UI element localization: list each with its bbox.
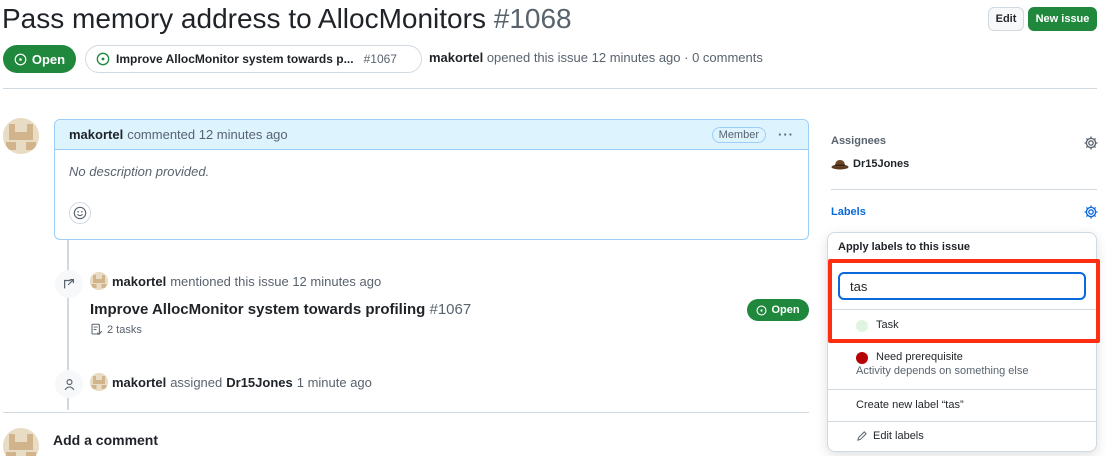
issue-state-badge: Open bbox=[3, 45, 76, 73]
person-icon bbox=[55, 370, 83, 398]
divider bbox=[828, 421, 1096, 422]
assignee-link[interactable]: Dr15Jones bbox=[226, 375, 292, 390]
edit-labels-label: Edit labels bbox=[873, 430, 924, 442]
edit-button[interactable]: Edit bbox=[988, 7, 1024, 31]
divider bbox=[828, 341, 1096, 342]
issue-title-text: Pass memory address to AllocMonitors bbox=[2, 3, 486, 34]
referenced-issue-state-badge: Open bbox=[747, 299, 809, 321]
label-option-name: Task bbox=[876, 319, 899, 331]
assign-author-link[interactable]: makortel bbox=[112, 375, 166, 390]
tasks-label: 2 tasks bbox=[107, 323, 142, 336]
assign-text-after: 1 minute ago bbox=[296, 374, 372, 390]
label-color-swatch bbox=[856, 352, 868, 364]
cross-reference-icon bbox=[55, 270, 83, 298]
avatar bbox=[3, 428, 39, 456]
divider bbox=[3, 412, 809, 413]
tasks-count: 2 tasks bbox=[90, 323, 142, 336]
mention-event: makortel mentioned this issue 12 minutes… bbox=[90, 272, 381, 290]
labels-dropdown: Apply labels to this issue Task Need pre… bbox=[827, 232, 1097, 452]
checklist-icon bbox=[91, 323, 103, 336]
referenced-issue-state: Open bbox=[771, 304, 800, 316]
assign-text-before: assigned bbox=[170, 374, 223, 390]
comment-action: commented 12 minutes ago bbox=[127, 127, 288, 142]
parent-issue-link[interactable]: Improve AllocMonitor system towards p...… bbox=[85, 45, 422, 73]
issue-open-icon bbox=[756, 304, 767, 316]
divider bbox=[828, 389, 1096, 390]
issue-number: #1068 bbox=[493, 3, 572, 34]
issue-title: Pass memory address to AllocMonitors #10… bbox=[2, 2, 572, 36]
comment-author-link[interactable]: makortel bbox=[69, 127, 123, 142]
assignee-item[interactable]: Dr15Jones bbox=[831, 157, 909, 171]
create-label-option[interactable]: Create new label “tas” bbox=[856, 399, 964, 411]
avatar bbox=[831, 160, 849, 170]
member-badge: Member bbox=[711, 126, 766, 143]
issue-author-link[interactable]: makortel bbox=[429, 50, 483, 65]
label-color-swatch bbox=[856, 320, 868, 332]
comment-body: No description provided. bbox=[69, 164, 210, 179]
divider bbox=[828, 309, 1096, 310]
new-issue-button[interactable]: New issue bbox=[1028, 7, 1097, 31]
assignees-heading: Assignees bbox=[831, 135, 887, 147]
assignees-gear-icon[interactable] bbox=[1083, 135, 1099, 154]
divider bbox=[831, 189, 1097, 190]
comment-header: makortel commented 12 minutes ago Member… bbox=[55, 120, 808, 150]
avatar[interactable] bbox=[3, 118, 39, 154]
smiley-icon bbox=[73, 206, 87, 220]
issue-meta: makortel opened this issue 12 minutes ag… bbox=[429, 50, 763, 65]
avatar[interactable] bbox=[90, 272, 108, 290]
issue-open-icon bbox=[14, 53, 27, 65]
referenced-issue-link[interactable]: Improve AllocMonitor system towards prof… bbox=[90, 301, 471, 318]
issue-meta-text: opened this issue 12 minutes ago · 0 com… bbox=[486, 50, 763, 65]
comment-box: makortel commented 12 minutes ago Member… bbox=[54, 119, 809, 240]
assign-event: makortel assigned Dr15Jones 1 minute ago bbox=[90, 373, 372, 391]
label-option-need-prerequisite[interactable]: Need prerequisite Activity depends on so… bbox=[828, 351, 1096, 377]
parent-issue-number: #1067 bbox=[363, 52, 397, 66]
pencil-icon bbox=[857, 431, 867, 441]
label-filter-input[interactable] bbox=[838, 272, 1086, 300]
labels-gear-icon[interactable] bbox=[1083, 204, 1099, 223]
avatar[interactable] bbox=[90, 373, 108, 391]
add-reaction-button[interactable] bbox=[69, 202, 91, 224]
issue-open-icon bbox=[96, 52, 110, 66]
labels-heading[interactable]: Labels bbox=[831, 206, 866, 218]
edit-labels-link[interactable]: Edit labels bbox=[856, 430, 924, 442]
referenced-issue-number: #1067 bbox=[429, 301, 472, 318]
more-options-icon[interactable]: ··· bbox=[778, 127, 794, 142]
label-option-task[interactable]: Task bbox=[828, 319, 1096, 332]
divider bbox=[3, 88, 1097, 89]
assignee-name: Dr15Jones bbox=[853, 158, 910, 170]
mention-author-link[interactable]: makortel bbox=[112, 274, 166, 289]
add-comment-heading: Add a comment bbox=[53, 432, 159, 448]
parent-issue-title: Improve AllocMonitor system towards p... bbox=[116, 52, 354, 66]
issue-state-label: Open bbox=[31, 51, 66, 67]
referenced-issue-title: Improve AllocMonitor system towards prof… bbox=[90, 301, 426, 318]
label-option-name: Need prerequisite bbox=[876, 351, 963, 363]
labels-dropdown-heading: Apply labels to this issue bbox=[838, 241, 971, 253]
label-option-description: Activity depends on something else bbox=[856, 365, 1029, 377]
mention-text: mentioned this issue 12 minutes ago bbox=[170, 273, 382, 289]
